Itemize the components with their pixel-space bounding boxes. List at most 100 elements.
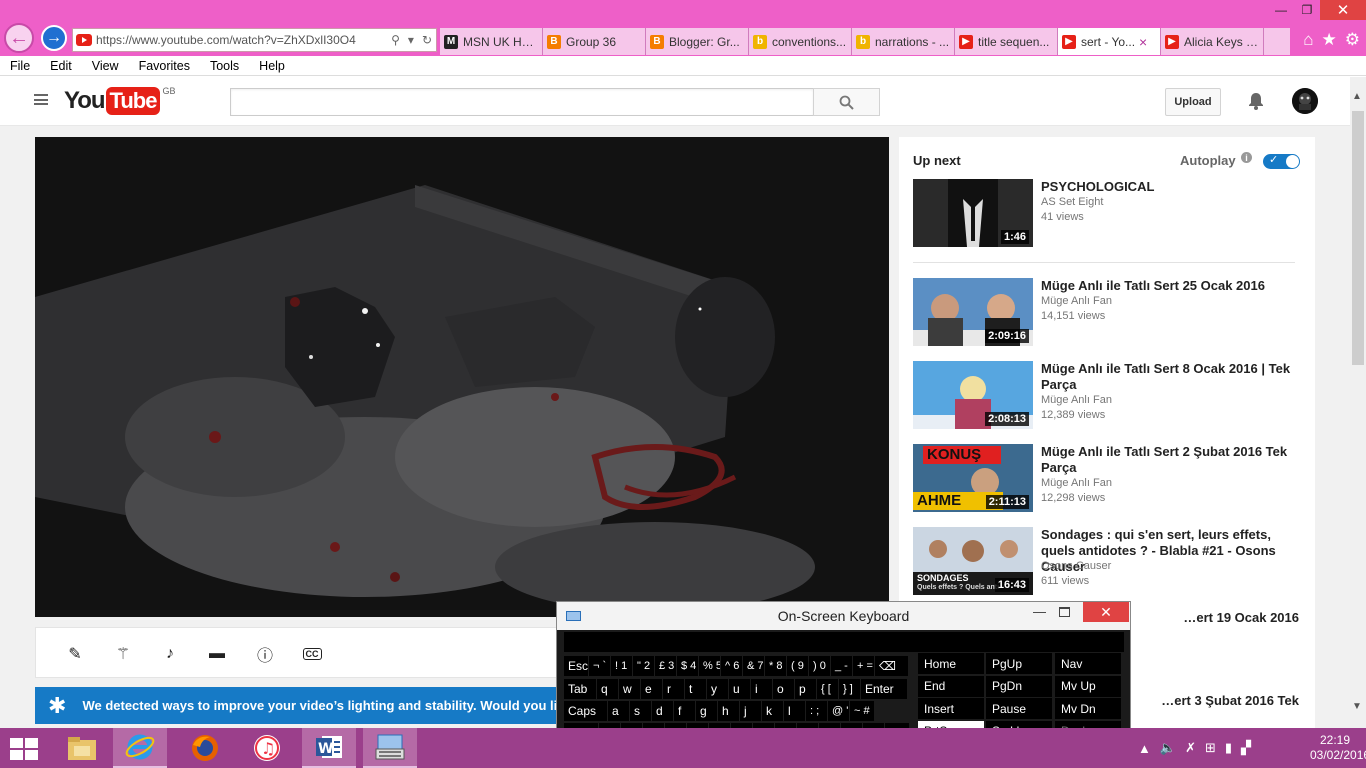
key[interactable]: " 2 bbox=[633, 656, 654, 676]
video-thumbnail[interactable]: 2:08:13 bbox=[913, 361, 1033, 429]
menu-help[interactable]: Help bbox=[249, 59, 295, 73]
video-channel[interactable]: Müge Anlı Fan bbox=[1041, 295, 1112, 307]
annotation-comment-icon[interactable]: ▬ bbox=[207, 644, 227, 664]
menu-file[interactable]: File bbox=[0, 59, 40, 73]
video-list-item[interactable]: SONDAGES Quels effets ? Quels anti 16:43 So… bbox=[913, 527, 1303, 597]
key-pgdn[interactable]: PgDn bbox=[986, 675, 1052, 697]
key[interactable]: ~ # bbox=[850, 701, 874, 721]
show-hidden-icons-icon[interactable]: ▲ bbox=[1138, 741, 1151, 756]
key[interactable]: o bbox=[773, 679, 794, 699]
key[interactable]: ! 1 bbox=[611, 656, 632, 676]
key[interactable]: f bbox=[674, 701, 695, 721]
itunes-button[interactable]: ♫ bbox=[240, 728, 294, 768]
key[interactable]: _ - bbox=[831, 656, 852, 676]
menu-favorites[interactable]: Favorites bbox=[129, 59, 200, 73]
hamburger-menu-icon[interactable] bbox=[34, 94, 48, 105]
minimize-button[interactable]: — bbox=[1268, 0, 1294, 20]
video-channel[interactable]: Müge Anlı Fan bbox=[1041, 394, 1112, 406]
key[interactable]: q bbox=[597, 679, 618, 699]
menu-view[interactable]: View bbox=[82, 59, 129, 73]
browser-tab[interactable]: b conventions... bbox=[749, 28, 852, 55]
osk-maximize-button[interactable] bbox=[1059, 607, 1070, 617]
key[interactable]: Esc bbox=[564, 656, 588, 676]
video-list-item[interactable]: 2:09:16 Müge Anlı ile Tatlı Sert 25 Ocak … bbox=[913, 278, 1303, 348]
battery-icon[interactable]: ▮ bbox=[1225, 740, 1232, 756]
key[interactable]: y bbox=[707, 679, 728, 699]
key[interactable]: d bbox=[652, 701, 673, 721]
start-button[interactable] bbox=[10, 738, 38, 760]
browser-tab[interactable]: ▶ title sequen... bbox=[955, 28, 1058, 55]
video-thumbnail[interactable]: 2:09:16 bbox=[913, 278, 1033, 346]
browser-tab[interactable]: M MSN UK Ho... bbox=[440, 28, 543, 55]
key-mv-dn[interactable]: Mv Dn bbox=[1055, 698, 1121, 719]
key[interactable]: t bbox=[685, 679, 706, 699]
key[interactable]: * 8 bbox=[765, 656, 786, 676]
key-pause[interactable]: Pause bbox=[986, 698, 1052, 719]
magic-wand-icon[interactable]: ⚚ bbox=[113, 644, 133, 664]
video-channel[interactable]: Osons Causer bbox=[1041, 560, 1111, 572]
osk-titlebar[interactable]: On-Screen Keyboard — ✕ bbox=[557, 602, 1130, 630]
key[interactable]: : ; bbox=[806, 701, 827, 721]
video-list-item[interactable]: 1:46 PSYCHOLOGICAL AS Set Eight 41 views bbox=[913, 179, 1303, 249]
video-list-item[interactable]: 2:08:13 Müge Anlı ile Tatlı Sert 8 Ocak 2… bbox=[913, 361, 1303, 431]
video-title[interactable]: PSYCHOLOGICAL bbox=[1041, 179, 1299, 195]
home-icon[interactable]: ⌂ bbox=[1303, 30, 1313, 50]
autoplay-info-icon[interactable]: i bbox=[1241, 152, 1252, 163]
pencil-edit-icon[interactable]: ✎ bbox=[65, 644, 85, 664]
video-title[interactable]: Müge Anlı ile Tatlı Sert 2 Şubat 2016 Te… bbox=[1041, 444, 1299, 476]
forward-button[interactable]: → bbox=[41, 25, 67, 51]
refresh-icon[interactable]: ↻ bbox=[422, 33, 432, 47]
youtube-logo[interactable]: You Tube GB bbox=[64, 86, 175, 115]
info-icon[interactable]: ⓘ bbox=[255, 644, 275, 665]
key[interactable]: w bbox=[619, 679, 640, 699]
osk-minimize-button[interactable]: — bbox=[1033, 604, 1046, 619]
signal-icon[interactable]: ▞ bbox=[1241, 740, 1251, 756]
key[interactable]: ^ 6 bbox=[721, 656, 742, 676]
key[interactable]: ) 0 bbox=[809, 656, 830, 676]
search-button[interactable] bbox=[813, 88, 880, 116]
key[interactable]: & 7 bbox=[743, 656, 764, 676]
scroll-down-icon[interactable]: ▼ bbox=[1352, 701, 1362, 712]
browser-tab[interactable]: b narrations - ... bbox=[852, 28, 955, 55]
firefox-button[interactable] bbox=[178, 728, 232, 768]
key[interactable]: $ 4 bbox=[677, 656, 698, 676]
address-bar[interactable]: https://www.youtube.com/watch?v=ZhXDxlI3… bbox=[72, 28, 437, 52]
browser-tab[interactable]: B Group 36 bbox=[543, 28, 646, 55]
key[interactable]: £ 3 bbox=[655, 656, 676, 676]
video-player[interactable] bbox=[35, 137, 889, 617]
browser-tab[interactable]: ▶ sert - Yo... × bbox=[1058, 28, 1161, 55]
back-button[interactable]: ← bbox=[4, 23, 34, 53]
video-thumbnail[interactable]: KONUŞ AHME 2:11:13 bbox=[913, 444, 1033, 512]
music-note-icon[interactable]: ♪ bbox=[160, 644, 180, 664]
video-thumbnail[interactable]: SONDAGES Quels effets ? Quels anti 16:43 bbox=[913, 527, 1033, 595]
video-title[interactable]: Müge Anlı ile Tatlı Sert 8 Ocak 2016 | T… bbox=[1041, 361, 1299, 393]
key[interactable]: j bbox=[740, 701, 761, 721]
key-home[interactable]: Home bbox=[918, 653, 984, 674]
key[interactable]: e bbox=[641, 679, 662, 699]
video-thumbnail[interactable]: 1:46 bbox=[913, 179, 1033, 247]
scroll-up-icon[interactable]: ▲ bbox=[1352, 91, 1362, 102]
video-channel[interactable]: AS Set Eight bbox=[1041, 196, 1103, 208]
key-end[interactable]: End bbox=[918, 675, 984, 697]
close-button[interactable]: ✕ bbox=[1320, 0, 1366, 20]
key[interactable]: ⌫ bbox=[875, 656, 908, 676]
video-title[interactable]: Müge Anlı ile Tatlı Sert 25 Ocak 2016 bbox=[1041, 278, 1299, 294]
menu-edit[interactable]: Edit bbox=[40, 59, 82, 73]
key[interactable]: Enter bbox=[861, 679, 907, 699]
search-icon[interactable]: ⚲ bbox=[391, 33, 400, 47]
key[interactable]: ¬ ` bbox=[589, 656, 610, 676]
key-pgup[interactable]: PgUp bbox=[986, 653, 1052, 674]
key[interactable]: Tab bbox=[564, 679, 596, 699]
key-nav[interactable]: Nav bbox=[1055, 653, 1121, 674]
scroll-thumb[interactable] bbox=[1352, 111, 1364, 365]
volume-icon[interactable]: 🔈 bbox=[1160, 740, 1176, 756]
video-list-item[interactable]: KONUŞ AHME 2:11:13 Müge Anlı ile Tatlı Sert… bbox=[913, 444, 1303, 514]
dropdown-icon[interactable]: ▾ bbox=[408, 33, 414, 47]
autoplay-toggle[interactable]: ✓ bbox=[1263, 154, 1300, 169]
key-mv-up[interactable]: Mv Up bbox=[1055, 675, 1121, 697]
on-screen-keyboard-taskbar-button[interactable] bbox=[363, 728, 417, 768]
osk-close-button[interactable]: ✕ bbox=[1083, 602, 1129, 622]
menu-tools[interactable]: Tools bbox=[200, 59, 249, 73]
key[interactable]: { [ bbox=[817, 679, 838, 699]
key[interactable]: Caps bbox=[564, 701, 607, 721]
